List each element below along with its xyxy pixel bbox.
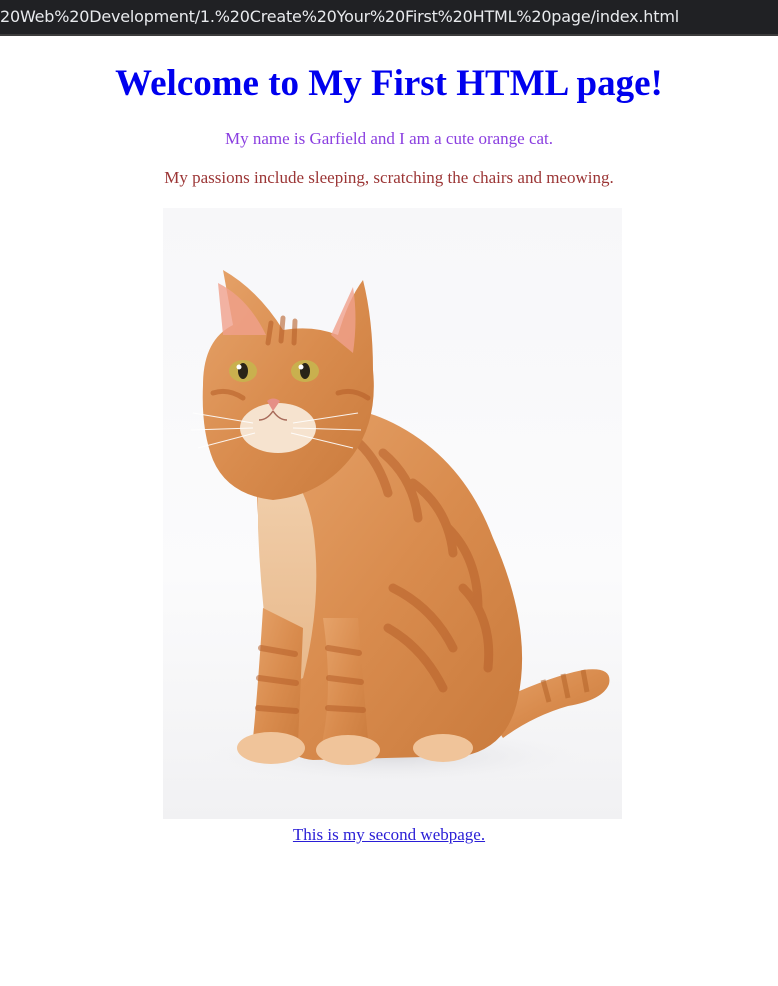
cat-illustration bbox=[190, 270, 610, 786]
cat-photo bbox=[163, 208, 622, 819]
address-bar[interactable]: 20Web%20Development/1.%20Create%20Your%2… bbox=[0, 0, 778, 36]
second-page-link-row: This is my second webpage. bbox=[0, 824, 778, 846]
page-title: Welcome to My First HTML page! bbox=[115, 63, 663, 104]
passions-text: My passions include sleeping, scratching… bbox=[164, 168, 614, 187]
second-page-link[interactable]: This is my second webpage. bbox=[293, 825, 485, 844]
page-body: Welcome to My First HTML page! My name i… bbox=[0, 36, 778, 986]
address-url[interactable]: 20Web%20Development/1.%20Create%20Your%2… bbox=[0, 7, 679, 26]
intro-text: My name is Garfield and I am a cute oran… bbox=[224, 129, 554, 148]
